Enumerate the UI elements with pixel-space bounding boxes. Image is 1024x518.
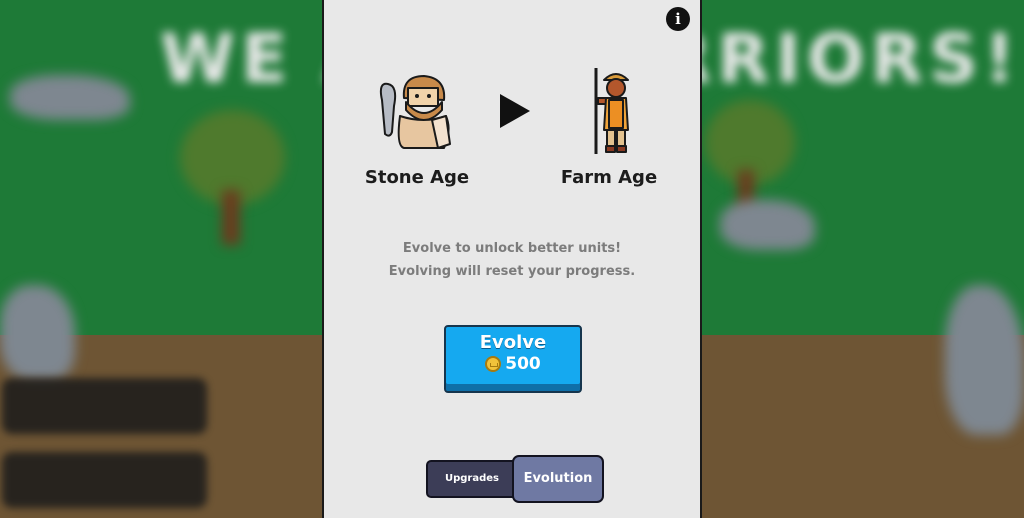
rock-icon: [10, 75, 130, 120]
cave-icon: [945, 285, 1024, 435]
evolve-button-label: Evolve: [479, 332, 547, 353]
evolution-panel: i Stone Age Farm Age Evolve to unlock be…: [322, 0, 702, 518]
evolve-button[interactable]: Evolve 500: [444, 325, 582, 393]
evolve-cost-value: 500: [505, 354, 541, 374]
farmer-icon: [594, 68, 629, 154]
caveman-icon: [379, 75, 451, 149]
info-icon[interactable]: i: [666, 7, 690, 31]
description-line-1: Evolve to unlock better units!: [402, 241, 622, 256]
app-store-badge[interactable]: [2, 452, 207, 508]
current-age-label: Stone Age: [364, 167, 470, 188]
rock-icon: [720, 200, 815, 250]
tab-evolution[interactable]: Evolution: [512, 455, 604, 503]
crown-coin-icon: [485, 356, 502, 372]
play-arrow-icon: [500, 94, 530, 128]
evolve-cost: 500: [485, 354, 541, 374]
cave-icon: [0, 285, 75, 380]
google-play-badge[interactable]: [2, 378, 207, 434]
next-age-label: Farm Age: [560, 167, 658, 188]
description-line-2: Evolving will reset your progress.: [388, 264, 636, 279]
tree-trunk: [222, 190, 240, 245]
tab-upgrades[interactable]: Upgrades: [426, 460, 518, 498]
